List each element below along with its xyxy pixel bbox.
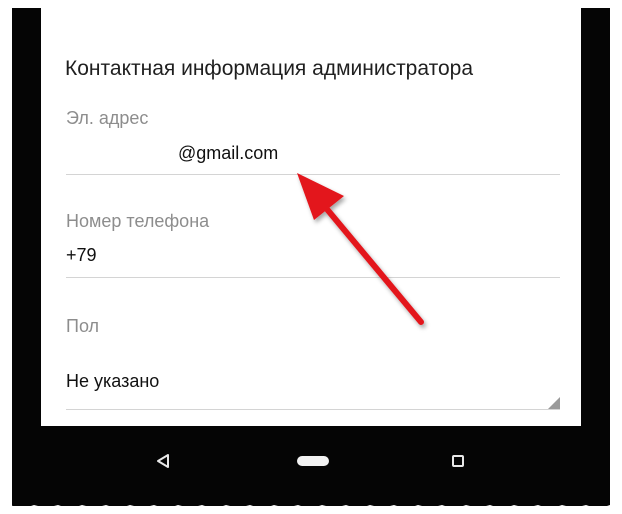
dropdown-corner-icon [548, 397, 560, 409]
phone-label: Номер телефона [66, 211, 210, 231]
phone-underline [66, 277, 560, 278]
gender-label: Пол [66, 316, 100, 336]
phone-field[interactable]: +79 [66, 245, 97, 266]
email-label: Эл. адрес [66, 108, 149, 128]
navigation-bar [41, 426, 581, 500]
torn-edge-bottom [0, 505, 622, 514]
gender-underline [66, 409, 560, 410]
email-underline [66, 174, 560, 175]
back-triangle-icon[interactable] [156, 453, 170, 469]
recents-square-icon[interactable] [451, 454, 465, 468]
email-field[interactable]: @gmail.com [178, 143, 278, 164]
section-title: Контактная информация администратора [65, 57, 474, 80]
gender-select[interactable]: Не указано [66, 371, 159, 392]
home-pill-icon[interactable] [296, 455, 330, 467]
contact-info-screen: Контактная информация администратора Эл.… [41, 8, 581, 426]
phone-frame: Контактная информация администратора Эл.… [12, 8, 610, 506]
